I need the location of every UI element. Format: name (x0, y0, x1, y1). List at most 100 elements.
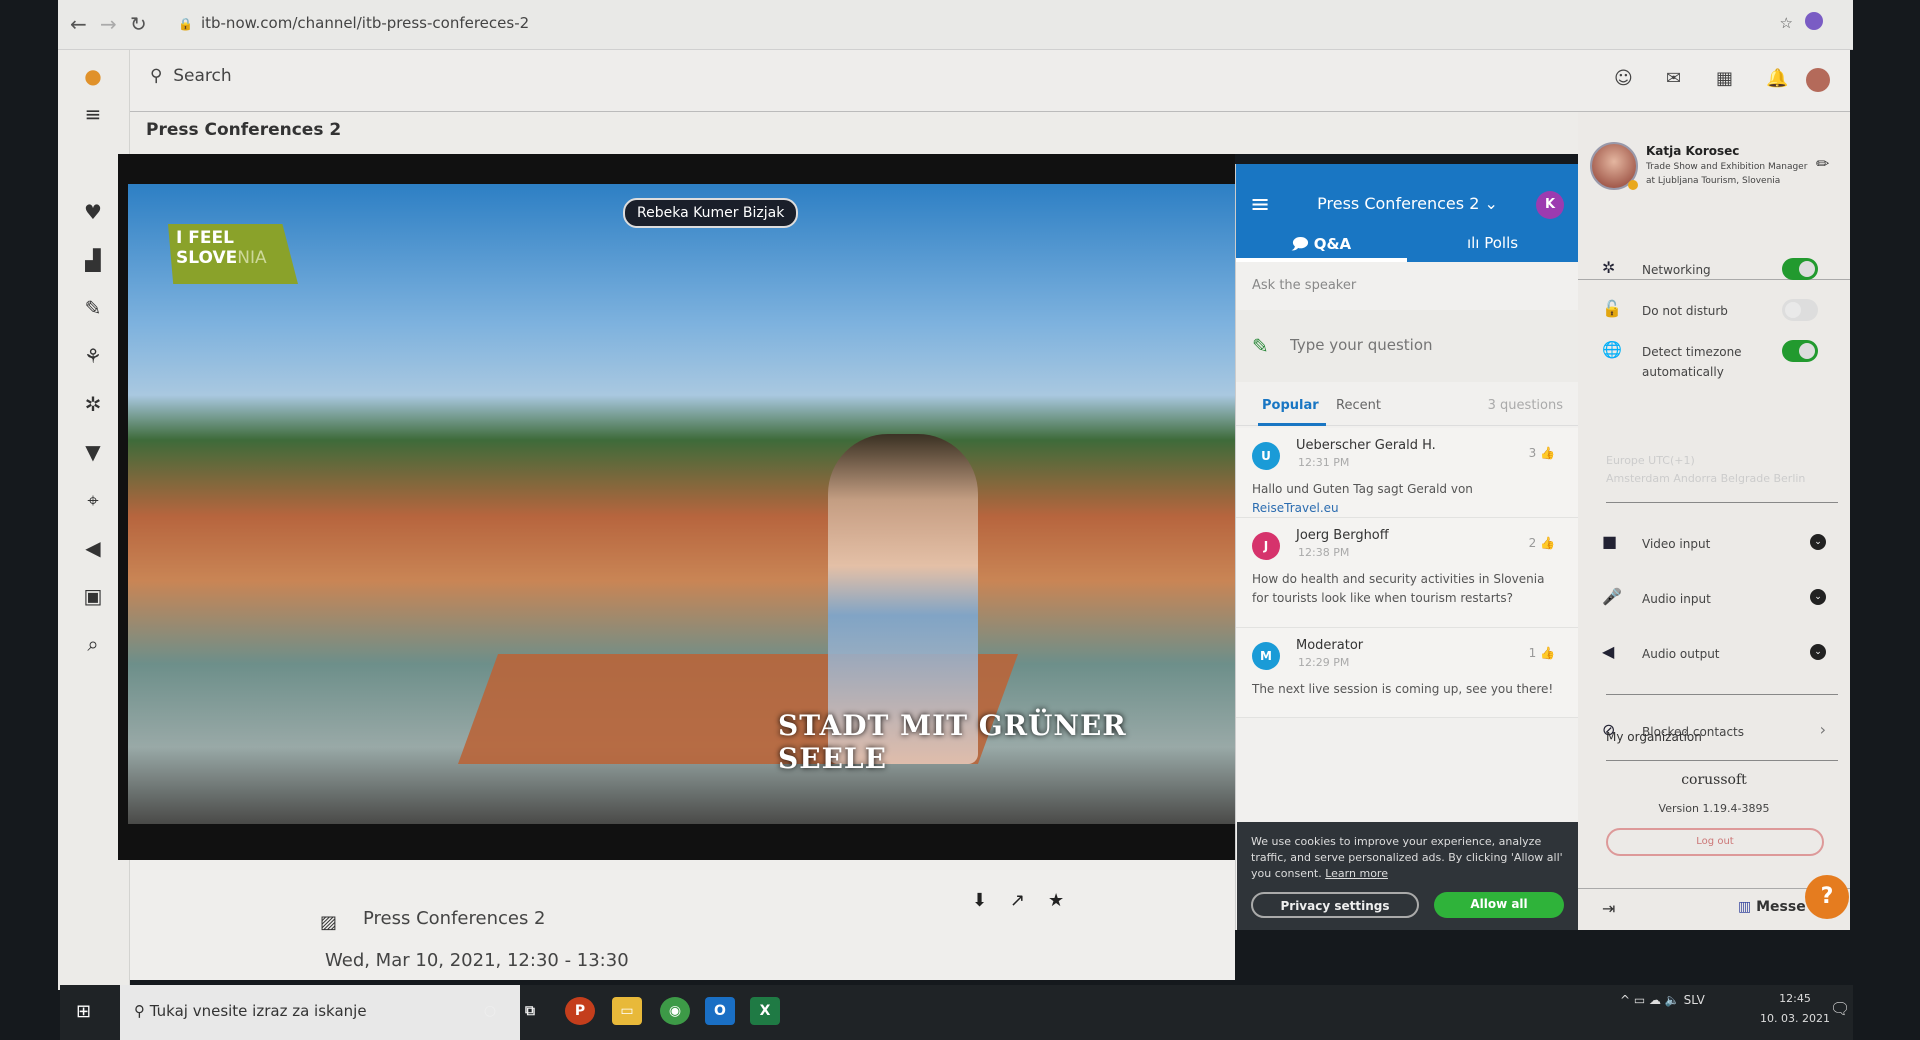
allow-all-button[interactable]: Allow all (1434, 892, 1564, 918)
chat-notifications-icon[interactable]: ✉ (1666, 68, 1681, 89)
windows-start-icon[interactable]: ⊞ (76, 1001, 91, 1022)
question-avatar: U (1252, 442, 1280, 470)
star-icon[interactable]: ☆ (1780, 14, 1793, 32)
thumbs-up-icon: 👍 (1540, 646, 1555, 660)
question-text: How do health and security activities in… (1252, 572, 1545, 605)
hamburger-icon[interactable]: ≡ (76, 102, 110, 132)
address-bar[interactable]: 🔒 itb-now.com/channel/itb-press-conferece… (178, 14, 529, 32)
video-frame[interactable]: I FEEL SLOVENIA Rebeka Kumer Bizjak STADT… (128, 184, 1235, 824)
like-button[interactable]: 2 👍 (1529, 536, 1555, 550)
question-avatar: J (1252, 532, 1280, 560)
help-button[interactable]: ? (1805, 875, 1849, 919)
tab-polls[interactable]: ılı Polls (1407, 234, 1578, 252)
clock-time: 12:45 (1779, 992, 1811, 1005)
setting-audio-output[interactable]: ◀ Audio output ⌄ (1578, 640, 1850, 670)
tab-recent[interactable]: Recent (1336, 398, 1381, 413)
handshake-icon[interactable]: ⚘ (76, 344, 110, 374)
tab-popular[interactable]: Popular (1262, 398, 1319, 413)
clock-date: 10. 03. 2021 (1760, 1012, 1830, 1025)
chevron-down-icon[interactable]: ⌄ (1810, 644, 1826, 660)
chat-icon: 🗩 (1291, 235, 1314, 253)
event-title: Press Conferences 2 (363, 908, 546, 929)
microphone-icon[interactable]: ⌕ (76, 632, 110, 662)
setting-audio-input[interactable]: 🎤 Audio input ⌄ (1578, 585, 1850, 615)
taskbar-search[interactable]: ⚲ Tukaj vnesite izraz za iskanje (120, 985, 520, 1040)
download-icon[interactable]: ⬇ (972, 890, 987, 911)
speaker-icon: ◀ (1602, 642, 1615, 661)
file-explorer-icon[interactable]: ▭ (612, 997, 642, 1025)
learn-more-link[interactable]: Learn more (1325, 867, 1388, 880)
user-avatar[interactable]: K (1536, 191, 1564, 219)
question-input-box[interactable]: ✎ (1236, 310, 1579, 382)
event-info: ▨ Press Conferences 2 Wed, Mar 10, 2021,… (130, 860, 1235, 980)
question-item: U Ueberscher Gerald H. 12:31 PM 3 👍 Hall… (1236, 428, 1579, 518)
cookie-text: We use cookies to improve your experienc… (1251, 835, 1563, 880)
search-icon: ⚲ (150, 66, 163, 86)
pin-icon[interactable]: ✎ (76, 296, 110, 326)
network-icon[interactable]: ✲ (76, 392, 110, 422)
calendar-icon[interactable]: ▦ (1716, 68, 1733, 89)
logout-button[interactable]: Log out (1606, 828, 1824, 856)
channel-selector[interactable]: Press Conferences 2 ⌄ (1236, 194, 1579, 213)
favorite-star-icon[interactable]: ★ (1048, 890, 1064, 911)
lock-icon: 🔓 (1602, 299, 1622, 318)
briefcase-icon[interactable]: ▣ (76, 584, 110, 614)
notifications-icon[interactable]: 🗨 (1830, 999, 1850, 1018)
outlook-icon[interactable]: O (705, 997, 735, 1025)
question-input[interactable] (1290, 336, 1560, 354)
qa-header: ≡ Press Conferences 2 ⌄ K 🗩 Q&A ılı Poll… (1236, 164, 1579, 262)
collapse-panel-icon[interactable]: ⇥ (1602, 899, 1615, 918)
cortana-icon[interactable]: ○ (475, 997, 505, 1025)
bar-chart-icon: ılı (1466, 234, 1485, 252)
excel-icon[interactable]: X (750, 997, 780, 1025)
clock[interactable]: 12:45 10. 03. 2021 (1760, 989, 1830, 1029)
like-count: 3 (1528, 446, 1537, 460)
profile-avatar-icon[interactable] (1806, 68, 1830, 92)
like-button[interactable]: 3 👍 (1529, 446, 1555, 460)
contacts-icon[interactable]: ☺ (1614, 68, 1633, 89)
setting-dnd: 🔓 Do not disturb (1578, 297, 1850, 327)
search-field[interactable]: ⚲ Search (150, 66, 232, 86)
tab-qa[interactable]: 🗩 Q&A (1236, 234, 1407, 259)
dnd-toggle[interactable] (1782, 299, 1818, 321)
setting-networking: ✲ Networking (1578, 256, 1850, 286)
language-indicator[interactable]: SLV (1684, 993, 1705, 1007)
thumbs-up-icon: 👍 (1540, 536, 1555, 550)
powerpoint-icon[interactable]: P (565, 997, 595, 1025)
question-author: Moderator (1296, 638, 1364, 653)
globe-logo-icon[interactable]: ● (76, 64, 110, 94)
timezone-toggle[interactable] (1782, 340, 1818, 362)
location-icon[interactable]: ⌖ (76, 488, 110, 518)
timezone-label: Detect timezone automatically (1642, 342, 1742, 382)
bag-icon[interactable]: ▼ (76, 440, 110, 470)
heart-icon[interactable]: ♥ (76, 200, 110, 230)
divider (1606, 760, 1838, 761)
question-link[interactable]: ReiseTravel.eu (1252, 501, 1339, 515)
page-title: Press Conferences 2 (146, 120, 342, 140)
share-icon[interactable]: ↗ (1010, 890, 1025, 911)
profile-icon[interactable] (1805, 12, 1823, 30)
tz-cities: Amsterdam Andorra Belgrade Berlin (1606, 472, 1806, 485)
question-text: The next live session is coming up, see … (1252, 682, 1554, 696)
chrome-icon[interactable]: ◉ (660, 997, 690, 1025)
timezone-select[interactable]: Europe UTC(+1) Amsterdam Andorra Belgrade… (1606, 452, 1805, 488)
forward-icon[interactable]: → (100, 12, 117, 36)
video-player[interactable]: I FEEL SLOVENIA Rebeka Kumer Bizjak STADT… (118, 154, 1235, 860)
setting-video-input[interactable]: ■ Video input ⌄ (1578, 530, 1850, 560)
chevron-down-icon[interactable]: ⌄ (1810, 534, 1826, 550)
privacy-settings-button[interactable]: Privacy settings (1251, 892, 1419, 918)
like-button[interactable]: 1 👍 (1529, 646, 1555, 660)
divider (1606, 502, 1838, 503)
pencil-icon[interactable]: ✏ (1816, 154, 1829, 173)
microphone-icon: 🎤 (1602, 587, 1622, 606)
search-placeholder: Search (173, 66, 232, 86)
task-view-icon[interactable]: ⧉ (515, 997, 545, 1025)
megaphone-icon[interactable]: ◀ (76, 536, 110, 566)
lectern-icon[interactable]: ▟ (76, 248, 110, 278)
chevron-down-icon[interactable]: ⌄ (1810, 589, 1826, 605)
bell-icon[interactable]: 🔔 (1766, 68, 1788, 89)
tray-icons[interactable]: ^ ▭ ☁ 🔈 (1620, 993, 1684, 1007)
reload-icon[interactable]: ↻ (130, 12, 147, 36)
back-icon[interactable]: ← (70, 12, 87, 36)
networking-toggle[interactable] (1782, 258, 1818, 280)
